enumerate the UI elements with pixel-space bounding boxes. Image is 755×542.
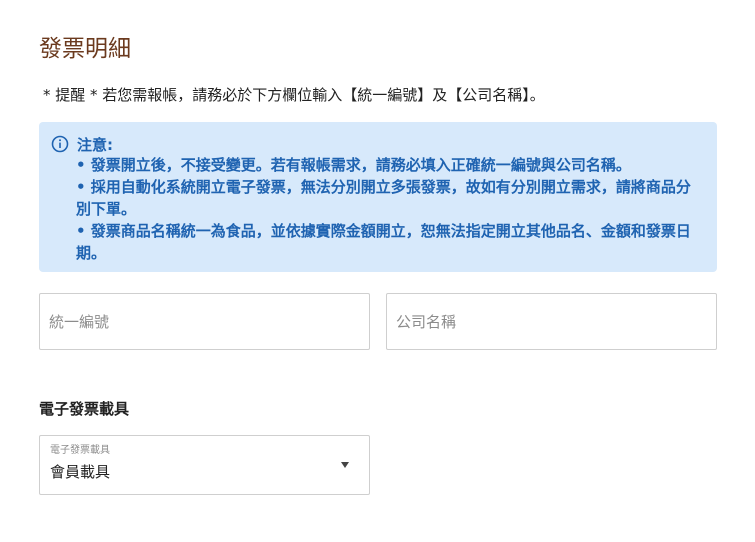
company-name-input[interactable] (396, 294, 696, 349)
notice-item: • 採用自動化系統開立電子發票，無法分別開立多張發票，故如有分別開立需求，請將商… (76, 178, 691, 218)
carrier-select[interactable]: 電子發票載具 會員載具 (39, 435, 370, 495)
carrier-heading: 電子發票載具 (39, 400, 130, 418)
reminder-text: * 提醒 * 若您需報帳，請務必於下方欄位輸入【統一編號】及【公司名稱】。 (43, 86, 545, 104)
notice-list: • 發票開立後，不接受變更。若有報帳需求，請務必填入正確統一編號與公司名稱。 •… (76, 154, 703, 264)
info-icon (51, 135, 69, 153)
tax-id-input[interactable] (49, 294, 349, 349)
chevron-down-icon (341, 462, 349, 468)
company-name-field (386, 293, 717, 350)
notice-header: 注意: (51, 133, 113, 155)
tax-id-field (39, 293, 370, 350)
notice-item: • 發票開立後，不接受變更。若有報帳需求，請務必填入正確統一編號與公司名稱。 (76, 156, 631, 174)
page-title: 發票明細 (39, 36, 131, 62)
carrier-select-value: 會員載具 (50, 463, 111, 481)
notice-box: 注意: • 發票開立後，不接受變更。若有報帳需求，請務必填入正確統一編號與公司名… (39, 122, 717, 272)
notice-heading: 注意: (77, 135, 113, 154)
carrier-select-label: 電子發票載具 (50, 445, 110, 456)
notice-item: • 發票商品名稱統一為食品，並依據實際金額開立，恕無法指定開立其他品名、金額和發… (76, 222, 691, 262)
